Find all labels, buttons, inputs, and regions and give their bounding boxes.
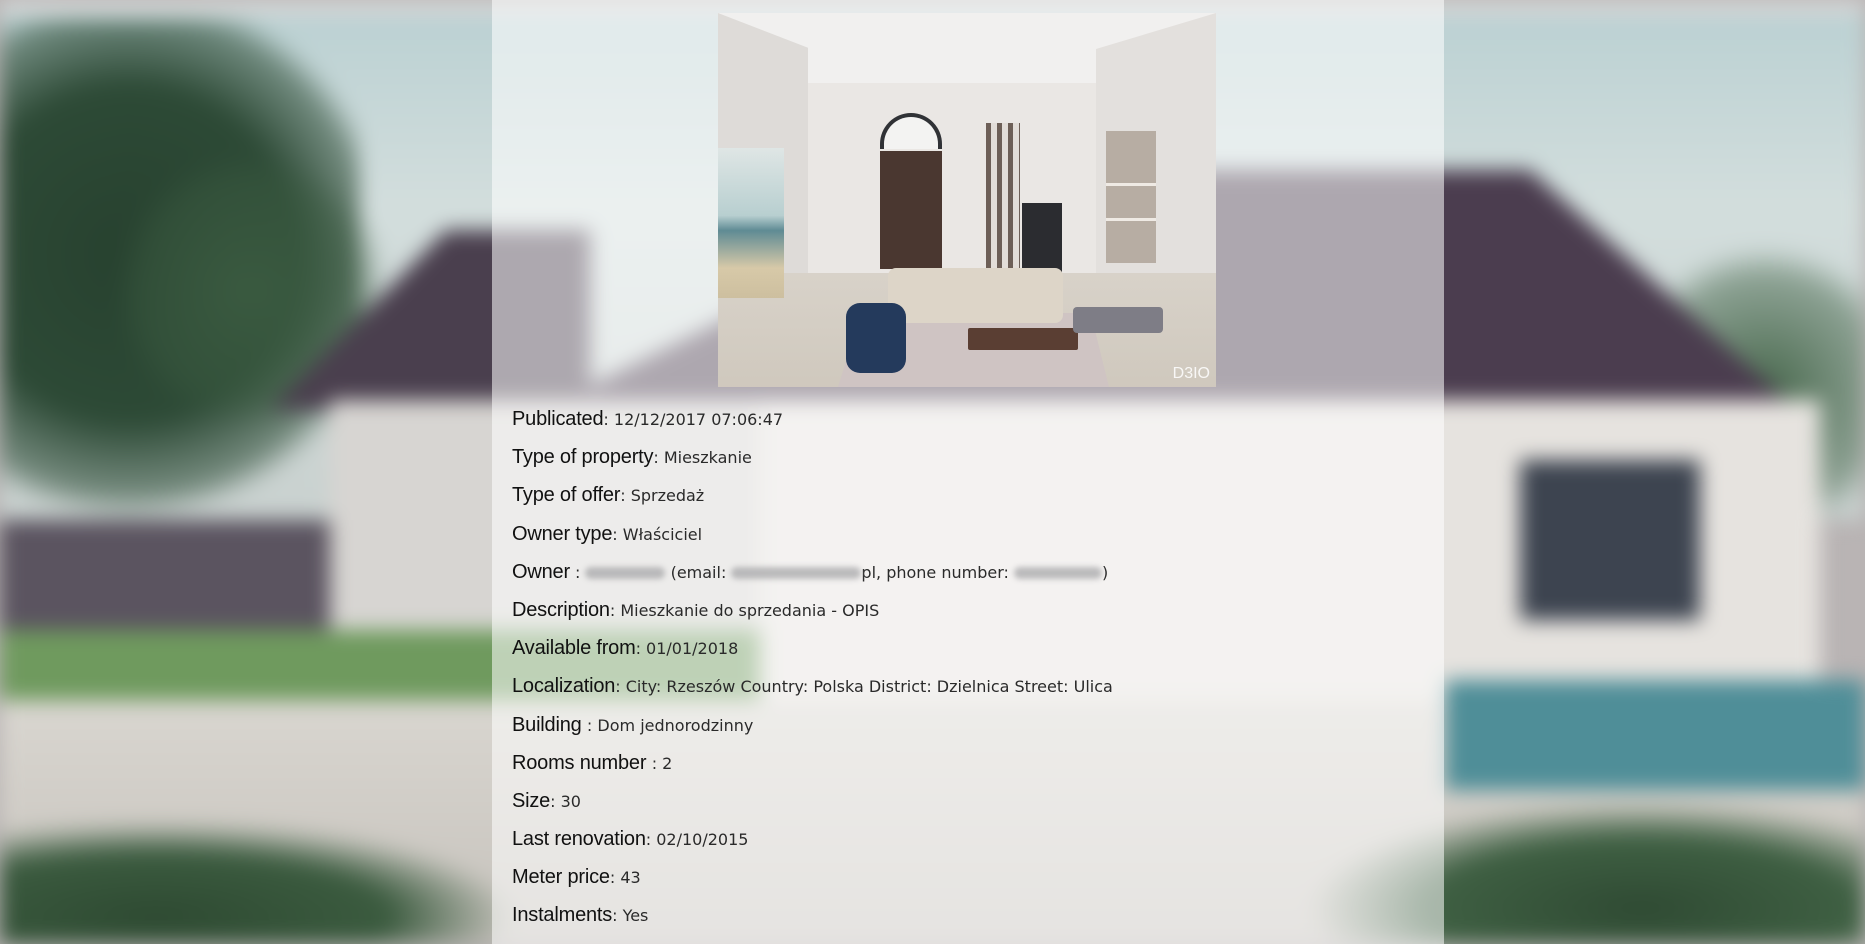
field-value: Sprzedaż [630, 486, 705, 506]
field-value: City: Rzeszów Country: Polska District: … [625, 677, 1113, 697]
field-type-of-property: Type of property: Mieszkanie [512, 446, 752, 469]
photo-watermark: D3IO [1172, 365, 1210, 382]
field-last-renovation: Last renovation: 02/10/2015 [512, 828, 749, 851]
field-value: Właściciel [622, 524, 703, 544]
field-label: Last renovation [512, 828, 646, 851]
field-value: 43 [620, 868, 641, 888]
field-label: Type of offer [512, 484, 621, 507]
field-label: Publicated [512, 408, 604, 430]
field-label: Rooms number [512, 751, 652, 774]
field-localization: Localization: City: Rzeszów Country: Pol… [512, 675, 1113, 698]
field-owner: Owner : (email: pl, phone number: ) [512, 560, 1109, 583]
field-value: 30 [560, 791, 581, 811]
listing-panel: D3IO Publicated: 12/12/2017 07:06:47 Typ… [492, 0, 1444, 944]
redacted-phone [1014, 566, 1102, 579]
field-value: Mieszkanie do sprzedania - OPIS [620, 600, 880, 620]
listing-details: Publicated: 12/12/2017 07:06:47 Type of … [512, 403, 1432, 938]
field-label: Building [512, 713, 587, 736]
field-label: Description [512, 598, 610, 621]
field-value: Yes [622, 906, 649, 926]
field-type-of-offer: Type of offer: Sprzedaż [512, 484, 705, 507]
field-available-from: Available from: 01/01/2018 [512, 637, 739, 660]
field-value: Dom jednorodzinny [597, 715, 754, 735]
field-value: 02/10/2015 [656, 830, 749, 850]
field-value: 01/01/2018 [646, 639, 739, 659]
property-photo[interactable]: D3IO [718, 13, 1216, 387]
field-size: Size: 30 [512, 789, 581, 812]
field-publicated: Publicated: 12/12/2017 07:06:47 [512, 408, 784, 430]
field-label: Localization [512, 675, 616, 698]
field-rooms-number: Rooms number : 2 [512, 751, 673, 774]
field-value: 12/12/2017 07:06:47 [613, 410, 784, 429]
field-value: 2 [662, 753, 673, 773]
field-label: Meter price [512, 866, 610, 889]
field-label: Owner type [512, 522, 613, 545]
field-instalments: Instalments: Yes [512, 904, 649, 927]
redacted-email [731, 566, 862, 579]
field-label: Size [512, 789, 551, 812]
field-value: Mieszkanie [663, 448, 752, 468]
field-description: Description: Mieszkanie do sprzedania - … [512, 598, 880, 621]
redacted-owner-name [585, 566, 666, 579]
field-owner-type: Owner type: Właściciel [512, 522, 703, 545]
field-label: Owner [512, 560, 570, 583]
field-label: Available from [512, 637, 636, 660]
field-meter-price: Meter price: 43 [512, 866, 641, 889]
field-label: Type of property [512, 446, 654, 469]
field-label: Instalments [512, 904, 613, 927]
field-building: Building : Dom jednorodzinny [512, 713, 754, 736]
